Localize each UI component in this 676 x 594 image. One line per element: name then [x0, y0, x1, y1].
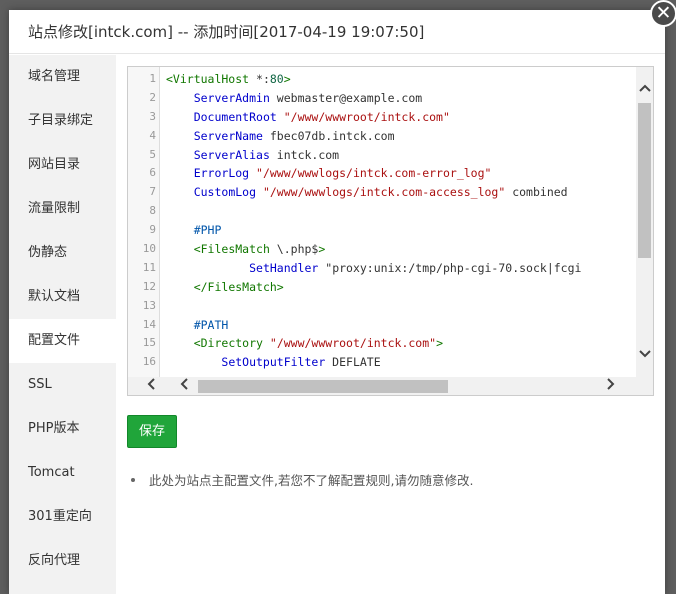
chevron-left-icon[interactable]: [179, 377, 189, 395]
bullet-icon: [131, 477, 135, 482]
line-number: 10: [142, 242, 156, 256]
sidebar-item-domain[interactable]: 域名管理: [9, 55, 116, 99]
code-line: ServerAdmin webmaster@example.com: [193, 90, 423, 105]
sidebar-item-subdir[interactable]: 子目录绑定: [9, 99, 116, 143]
sidebar-item-tomcat[interactable]: Tomcat: [9, 451, 116, 495]
line-number: 5: [149, 147, 156, 161]
code-line: ErrorLog "/www/wwwlogs/intck.com-error_l…: [193, 166, 492, 181]
line-number: 15: [142, 336, 156, 350]
close-icon[interactable]: ✕: [650, 0, 676, 27]
sidebar-item-traffic[interactable]: 流量限制: [9, 187, 116, 231]
line-number: 2: [149, 90, 156, 104]
horizontal-scrollbar[interactable]: [128, 377, 653, 395]
sidebar-item-ssl[interactable]: SSL: [9, 363, 116, 407]
sidebar-item-redirect[interactable]: 301重定向: [9, 495, 116, 539]
horizontal-scroll-thumb[interactable]: [198, 380, 448, 393]
tip-list-item: 此处为站点主配置文件,若您不了解配置规则,请勿随意修改.: [131, 470, 473, 489]
line-number: 13: [142, 298, 156, 312]
line-number: 12: [142, 279, 156, 293]
save-button[interactable]: 保存: [127, 415, 177, 448]
chevron-left-icon[interactable]: [146, 377, 156, 395]
code-line: CustomLog "/www/wwwlogs/intck.com-access…: [193, 185, 568, 200]
line-number: 6: [149, 166, 156, 180]
code-line: DocumentRoot "/www/wwwroot/intck.com": [193, 109, 450, 124]
line-number: 4: [149, 128, 156, 142]
code-line: #PHP: [166, 223, 222, 238]
line-number: 9: [149, 223, 156, 237]
line-number: 16: [142, 355, 156, 369]
config-editor[interactable]: 1 2 3 4 5 6 7 8 9 10 11 12 13 14 15 16 <VirtualHost *:8…: [127, 66, 654, 396]
chevron-right-icon[interactable]: [606, 377, 616, 395]
code-line: SetHandler "proxy:unix:/tmp/php-cgi-70.s…: [249, 260, 582, 275]
tip-text: 此处为站点主配置文件,若您不了解配置规则,请勿随意修改.: [149, 473, 474, 488]
code-line: ServerName fbec07db.intck.com: [193, 128, 395, 143]
code-line: <VirtualHost *:80>: [166, 72, 291, 86]
code-area[interactable]: <VirtualHost *:80> ServerAdmin webmaster…: [166, 67, 634, 377]
sidebar-item-site-dir[interactable]: 网站目录: [9, 143, 116, 187]
vertical-scrollbar[interactable]: [636, 67, 653, 377]
code-line: <FilesMatch \.php$>: [193, 242, 326, 257]
sidebar-item-php-version[interactable]: PHP版本: [9, 407, 116, 451]
sidebar-item-rewrite[interactable]: 伪静态: [9, 231, 116, 275]
line-number: 8: [149, 204, 156, 218]
line-number-gutter: 1 2 3 4 5 6 7 8 9 10 11 12 13 14 15 16: [128, 67, 160, 377]
dialog-title: 站点修改[intck.com] -- 添加时间[2017-04-19 19:07…: [9, 10, 665, 54]
line-number: 1: [149, 72, 156, 85]
chevron-up-icon[interactable]: [636, 81, 653, 95]
sidebar-item-config-file[interactable]: 配置文件: [9, 319, 116, 363]
code-line: </FilesMatch>: [193, 279, 284, 294]
code-line: <Directory "/www/wwwroot/intck.com">: [193, 336, 443, 351]
sidebar-item-default-doc[interactable]: 默认文档: [9, 275, 116, 319]
sidebar-item-reverse-proxy[interactable]: 反向代理: [9, 539, 116, 583]
site-edit-dialog: 站点修改[intck.com] -- 添加时间[2017-04-19 19:07…: [9, 10, 665, 594]
sidebar: 域名管理 子目录绑定 网站目录 流量限制 伪静态 默认文档 配置文件 SSL P…: [9, 55, 116, 594]
chevron-down-icon[interactable]: [636, 347, 653, 361]
line-number: 11: [142, 260, 156, 274]
code-line: #PATH: [166, 317, 229, 332]
code-line: ServerAlias intck.com: [193, 147, 340, 162]
line-number: 14: [142, 317, 156, 331]
code-line: SetOutputFilter DEFLATE: [221, 355, 381, 370]
vertical-scroll-thumb[interactable]: [638, 103, 651, 258]
line-number: 3: [149, 109, 156, 123]
line-number: 7: [149, 185, 156, 199]
